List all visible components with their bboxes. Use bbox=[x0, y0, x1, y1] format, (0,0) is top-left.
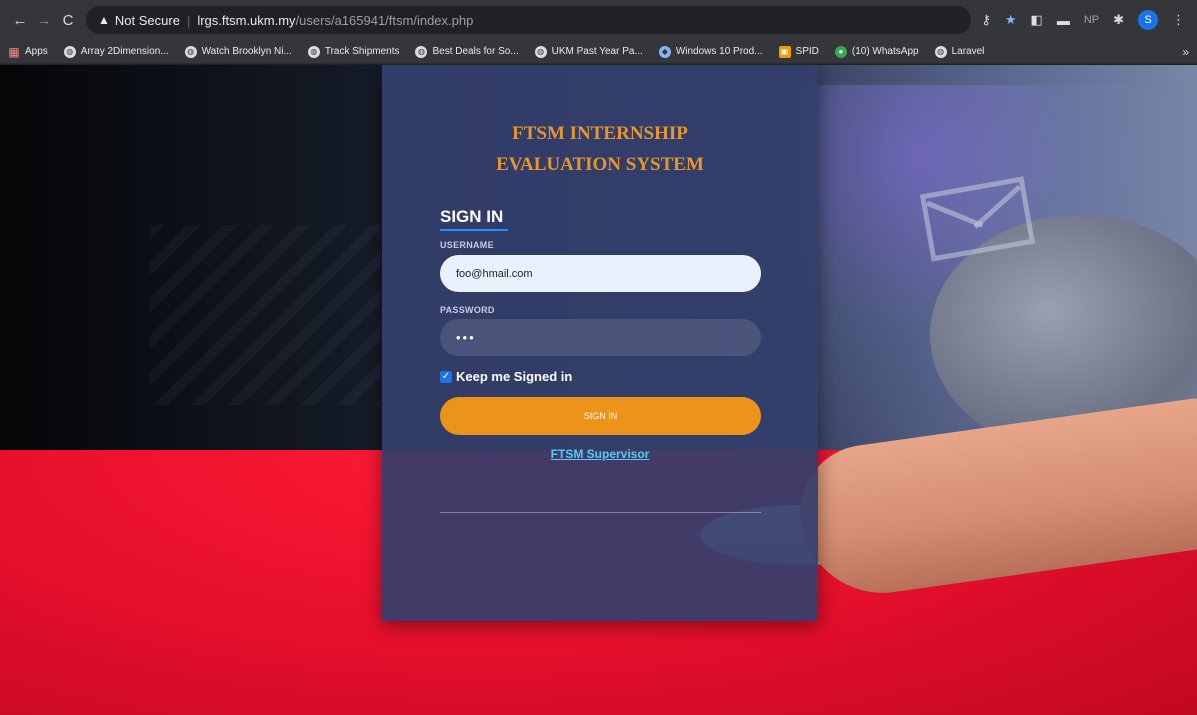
extensions-area: ⚷ ★ ◧ ▬ NP ✱ S ⋮ bbox=[981, 10, 1189, 30]
username-label: USERNAME bbox=[440, 240, 494, 250]
bookmark-apps[interactable]: ▦ Apps bbox=[8, 44, 47, 59]
globe-icon: ◍ bbox=[184, 45, 197, 58]
bookmark-item[interactable]: ◍ UKM Past Year Pa... bbox=[534, 45, 643, 58]
globe-icon: ◍ bbox=[415, 45, 428, 58]
bookmark-item[interactable]: ◆ Windows 10 Prod... bbox=[658, 45, 763, 58]
password-label: PASSWORD bbox=[440, 305, 495, 315]
divider bbox=[440, 512, 761, 513]
globe-icon: ◍ bbox=[534, 45, 547, 58]
globe-icon: ◍ bbox=[63, 45, 76, 58]
url-separator: | bbox=[186, 12, 191, 28]
extension-np[interactable]: NP bbox=[1084, 14, 1099, 26]
background-keyboard bbox=[150, 225, 380, 405]
bookmark-item[interactable]: ◍ Best Deals for So... bbox=[415, 45, 519, 58]
bookmark-item[interactable]: ◍ Array 2Dimension... bbox=[63, 45, 169, 58]
keep-signed-in-checkbox[interactable]: ✓ Keep me Signed in bbox=[440, 369, 572, 384]
whatsapp-icon: ● bbox=[834, 45, 847, 58]
apps-grid-icon: ▦ bbox=[8, 44, 20, 59]
bookmarks-overflow[interactable]: » bbox=[1182, 45, 1189, 59]
keep-signed-in-label: Keep me Signed in bbox=[456, 369, 573, 384]
bookmarks-bar: ▦ Apps ◍ Array 2Dimension... ◍ Watch Brookl… bbox=[0, 40, 1197, 64]
ftsm-supervisor-link[interactable]: FTSM Supervisor bbox=[382, 447, 818, 461]
key-icon[interactable]: ⚷ bbox=[981, 12, 991, 28]
bookmark-item[interactable]: ◍ Laravel bbox=[934, 45, 984, 58]
reload-icon[interactable]: C bbox=[56, 12, 80, 29]
checkmark-icon[interactable]: ✓ bbox=[440, 370, 452, 383]
globe-icon: ◍ bbox=[934, 45, 947, 58]
bookmark-item[interactable]: ◍ Watch Brooklyn Ni... bbox=[184, 45, 292, 58]
bookmark-item[interactable]: ◍ Track Shipments bbox=[307, 45, 399, 58]
not-secure-label[interactable]: Not Secure bbox=[115, 13, 180, 28]
bookmark-item[interactable]: ▣ SPID bbox=[778, 45, 819, 58]
browser-toolbar: ← → C ▲ Not Secure | lrgs.ftsm.ukm.my/us… bbox=[0, 0, 1197, 40]
windows-icon: ◆ bbox=[658, 45, 671, 58]
profile-avatar[interactable]: S bbox=[1138, 10, 1158, 30]
extension-dash-icon[interactable]: ▬ bbox=[1057, 13, 1070, 28]
tab-sign-in[interactable]: SIGN IN bbox=[440, 207, 503, 227]
warning-triangle-icon: ▲ bbox=[98, 13, 110, 27]
address-bar[interactable]: ▲ Not Secure | lrgs.ftsm.ukm.my/users/a1… bbox=[86, 6, 972, 34]
url-path: /users/a165941/ftsm/index.php bbox=[295, 12, 474, 28]
forward-arrow-icon[interactable]: → bbox=[32, 12, 56, 29]
spid-icon: ▣ bbox=[778, 45, 791, 58]
login-page: FTSM INTERNSHIP EVALUATION SYSTEM SIGN I… bbox=[0, 65, 1197, 715]
sign-in-button[interactable]: SIGN IN bbox=[440, 397, 761, 435]
page-title: FTSM INTERNSHIP EVALUATION SYSTEM bbox=[496, 123, 704, 175]
bookmark-star-icon[interactable]: ★ bbox=[1005, 12, 1017, 28]
password-input[interactable] bbox=[440, 319, 761, 356]
login-panel: FTSM INTERNSHIP EVALUATION SYSTEM SIGN I… bbox=[382, 65, 818, 621]
puzzle-icon[interactable]: ✱ bbox=[1113, 12, 1124, 28]
back-arrow-icon[interactable]: ← bbox=[8, 12, 32, 29]
menu-kebab-icon[interactable]: ⋮ bbox=[1172, 12, 1185, 28]
bookmark-item[interactable]: ● (10) WhatsApp bbox=[834, 45, 919, 58]
username-input[interactable] bbox=[440, 255, 761, 292]
tab-active-underline bbox=[440, 229, 508, 231]
url-host: lrgs.ftsm.ukm.my bbox=[197, 12, 296, 28]
extension-icon[interactable]: ◧ bbox=[1031, 12, 1043, 28]
globe-icon: ◍ bbox=[307, 45, 320, 58]
